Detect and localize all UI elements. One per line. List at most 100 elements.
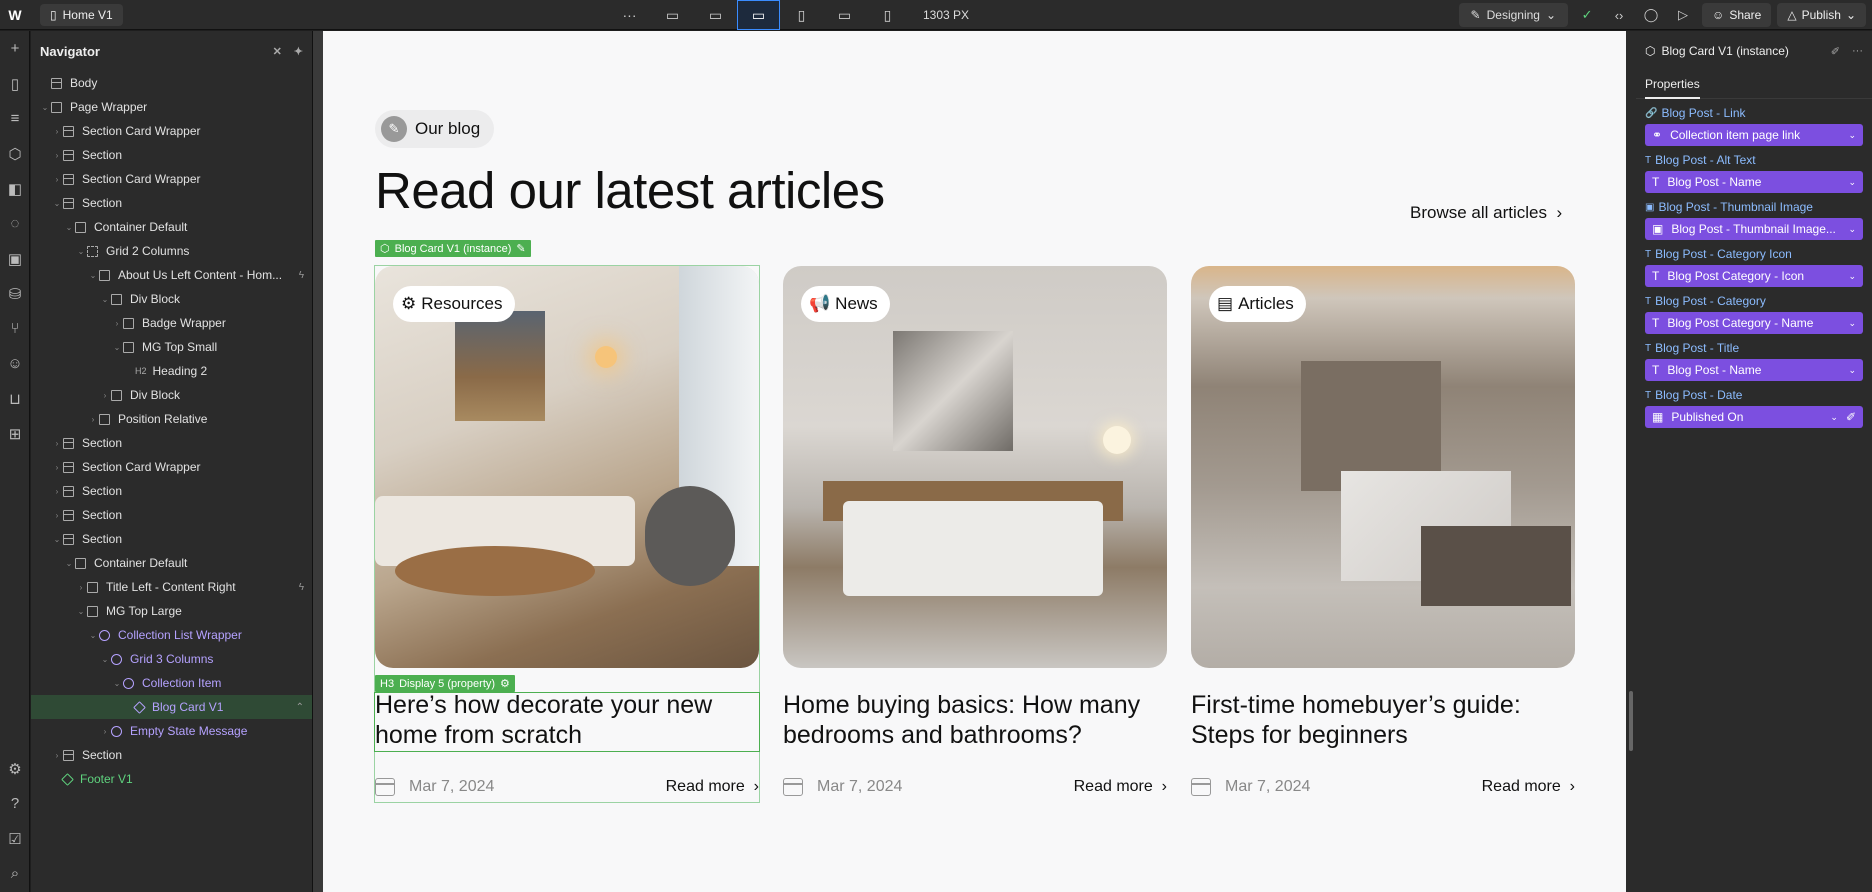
canvas-scrollbar[interactable] (1626, 31, 1636, 892)
page-selector[interactable]: ▯ Home V1 (40, 3, 123, 26)
read-more-link[interactable]: Read more › (666, 778, 759, 796)
prop-select-category-icon[interactable]: T Blog Post Category - Icon ⌄ (1645, 265, 1863, 287)
wrench-icon[interactable]: ✐ (1846, 410, 1856, 424)
cms-icon[interactable]: ⛁ (0, 276, 30, 311)
instance-tag[interactable]: ⬡ Blog Card V1 (instance) ✎ (375, 240, 531, 257)
blog-card[interactable]: ▤ Articles First-time homebuyer’s guide:… (1191, 266, 1575, 796)
tree-item-body[interactable]: Body (31, 71, 312, 95)
card-image-bedroom[interactable]: 📢 News (783, 266, 1167, 668)
apps-icon[interactable]: ⊞ (0, 416, 30, 451)
heading-selection-outline (374, 692, 760, 752)
tree-item[interactable]: › Section (31, 503, 312, 527)
gear-icon: ⚙ (401, 294, 417, 313)
tree-item[interactable]: › Div Block (31, 383, 312, 407)
mobile-landscape-icon[interactable]: ▭ (823, 0, 866, 30)
tree-item-footer[interactable]: Footer V1 (31, 767, 312, 791)
tree-item[interactable]: › Section (31, 743, 312, 767)
heading-property-tag[interactable]: H3 Display 5 (property) ⚙ (375, 675, 515, 692)
share-button[interactable]: ☺ Share (1702, 3, 1772, 27)
tree-item[interactable]: H2 Heading 2 (31, 359, 312, 383)
tablet-icon[interactable]: ▯ (780, 0, 823, 30)
prop-select-category[interactable]: T Blog Post Category - Name ⌄ (1645, 312, 1863, 334)
chevron-down-icon: ⌄ (1848, 176, 1856, 187)
comment-icon[interactable]: ◯ (1638, 3, 1664, 27)
tree-item[interactable]: ⌄ Section (31, 527, 312, 551)
pin-icon[interactable]: ✦ (294, 45, 303, 58)
tree-item[interactable]: › Section (31, 479, 312, 503)
browse-all-link[interactable]: Browse all articles › (1410, 203, 1562, 223)
users-icon[interactable]: ☺ (0, 346, 30, 381)
scrollbar-thumb[interactable] (1629, 691, 1633, 751)
tree-item[interactable]: ⌄ Container Default (31, 551, 312, 575)
tree-item[interactable]: ⌄ About Us Left Content - Hom... ϟ (31, 263, 312, 287)
variables-icon[interactable]: ◌ (0, 206, 30, 241)
tree-item[interactable]: › Empty State Message (31, 719, 312, 743)
components-icon[interactable]: ⬡ (0, 136, 30, 171)
div-icon (111, 293, 122, 305)
card-title[interactable]: First-time homebuyer’s guide: Steps for … (1191, 690, 1575, 750)
tree-item-blog-card-selected[interactable]: Blog Card V1 ⌃ (31, 695, 312, 719)
mode-label: Designing (1486, 8, 1540, 22)
prop-select-link[interactable]: ⚭ Collection item page link ⌄ (1645, 124, 1863, 146)
style-selectors-icon[interactable]: ◧ (0, 171, 30, 206)
tree-item[interactable]: › Section Card Wrapper (31, 167, 312, 191)
prop-select-date[interactable]: ▦ Published On ⌄ ✐ (1645, 406, 1863, 428)
tree-item[interactable]: › Title Left - Content Right ϟ (31, 575, 312, 599)
navigator-icon[interactable]: ≡ (0, 101, 30, 136)
tree-item[interactable]: › Section Card Wrapper (31, 119, 312, 143)
ecommerce-icon[interactable]: ⊔ (0, 381, 30, 416)
desktop-base-icon[interactable]: ▭ (737, 0, 780, 30)
tree-item[interactable]: ⌄ Grid 2 Columns (31, 239, 312, 263)
calendar-icon: ▦ (1652, 410, 1664, 424)
design-canvas[interactable]: ✎ Our blog Read our latest articles Brow… (323, 31, 1626, 892)
tree-item[interactable]: › Section Card Wrapper (31, 455, 312, 479)
prop-select-thumbnail[interactable]: ▣ Blog Post - Thumbnail Image... ⌄ (1645, 218, 1863, 240)
tree-item-collection-item[interactable]: ⌄ Collection Item (31, 671, 312, 695)
more-icon[interactable]: ··· (1852, 45, 1863, 58)
blog-card[interactable]: 📢 News Home buying basics: How many bedr… (783, 266, 1167, 796)
wrench-icon[interactable]: ✐ (1831, 45, 1840, 58)
assets-icon[interactable]: ▣ (0, 241, 30, 276)
tree-item[interactable]: › Badge Wrapper (31, 311, 312, 335)
tree-item[interactable]: ⌄ MG Top Small (31, 335, 312, 359)
desktop-large-icon[interactable]: ▭ (651, 0, 694, 30)
tree-item[interactable]: › Position Relative (31, 407, 312, 431)
collapse-up-icon[interactable]: ⌃ (296, 702, 304, 713)
tree-item[interactable]: › Section (31, 143, 312, 167)
tree-item-collection-list-wrapper[interactable]: ⌄ Collection List Wrapper (31, 623, 312, 647)
read-more-link[interactable]: Read more › (1482, 778, 1575, 796)
publish-button[interactable]: △ Publish ⌄ (1777, 3, 1866, 27)
tree-item[interactable]: ⌄ MG Top Large (31, 599, 312, 623)
read-more-link[interactable]: Read more › (1074, 778, 1167, 796)
audit-icon[interactable]: ☑ (0, 821, 30, 856)
prop-select-alt-text[interactable]: T Blog Post - Name ⌄ (1645, 171, 1863, 193)
prop-select-title[interactable]: T Blog Post - Name ⌄ (1645, 359, 1863, 381)
tab-properties[interactable]: Properties (1645, 77, 1700, 99)
more-options-button[interactable]: ··· (608, 0, 651, 30)
prop-label-category: T Blog Post - Category (1645, 294, 1766, 308)
card-image-kitchen[interactable]: ▤ Articles (1191, 266, 1575, 668)
tree-item[interactable]: ⌄ Container Default (31, 215, 312, 239)
card-image-living-room[interactable]: ⚙ Resources (375, 266, 759, 668)
tree-item[interactable]: › Section (31, 431, 312, 455)
tree-item-page-wrapper[interactable]: ⌄ Page Wrapper (31, 95, 312, 119)
card-meta: Mar 7, 2024 Read more › (375, 778, 759, 796)
add-icon[interactable]: + (0, 31, 30, 66)
card-title[interactable]: Home buying basics: How many bedrooms an… (783, 690, 1167, 750)
webflow-logo-icon[interactable]: W (0, 0, 30, 30)
check-circle-icon[interactable]: ✓ (1574, 3, 1600, 27)
tree-item[interactable]: ⌄ Section (31, 191, 312, 215)
mode-dropdown[interactable]: ✎ Designing ⌄ (1458, 3, 1569, 27)
mobile-portrait-icon[interactable]: ▯ (866, 0, 909, 30)
pages-icon[interactable]: ▯ (0, 66, 30, 101)
logic-icon[interactable]: ⑂ (0, 311, 30, 346)
help-icon[interactable]: ? (0, 786, 30, 821)
settings-icon[interactable]: ⚙ (0, 751, 30, 786)
tree-item[interactable]: ⌄ Div Block (31, 287, 312, 311)
desktop-icon[interactable]: ▭ (694, 0, 737, 30)
code-icon[interactable]: ‹› (1606, 3, 1632, 27)
search-icon[interactable]: ⌕ (0, 856, 30, 891)
collapse-icon[interactable]: ✕ (273, 45, 282, 58)
tree-item-collection-list[interactable]: ⌄ Grid 3 Columns (31, 647, 312, 671)
preview-play-icon[interactable]: ▷ (1670, 3, 1696, 27)
